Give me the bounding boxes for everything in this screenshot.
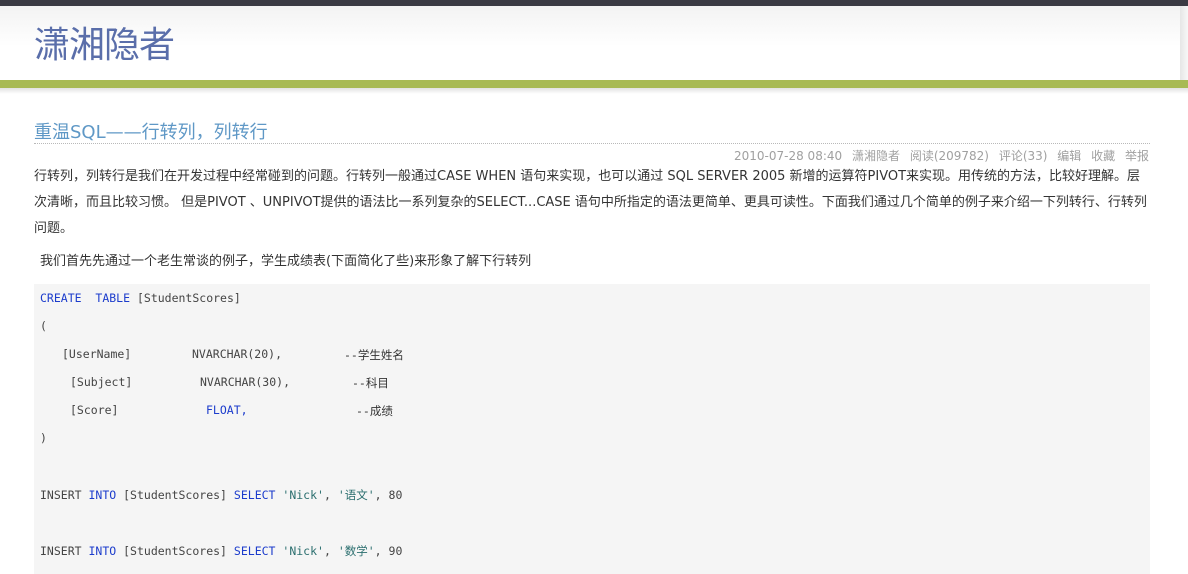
code-comment: --成绩: [356, 404, 393, 418]
code-table-name: [StudentScores]: [123, 544, 227, 558]
code-keyword: SELECT: [233, 544, 276, 558]
post-meta: 2010-07-28 08:40 潇湘隐者 阅读(209782) 评论(33) …: [728, 147, 1149, 164]
green-divider: [0, 80, 1188, 88]
intro-paragraph: 行转列，列转行是我们在开发过程中经常碰到的问题。行转列一般通过CASE WHEN…: [34, 169, 1147, 236]
header-edge: [1180, 6, 1188, 80]
post-reads: 阅读(209782): [909, 149, 989, 163]
code-comment: --科目: [352, 376, 389, 390]
code-line-insert-2: INSERT INTO [StudentScores] SELECT 'Nick…: [40, 544, 403, 558]
code-keyword: INTO: [88, 544, 117, 558]
post-title[interactable]: 重温SQL——行转列，列转行: [34, 118, 268, 144]
code-line-open-paren: (: [40, 319, 47, 333]
code-number: 80: [388, 488, 403, 502]
code-table-name: [StudentScores]: [123, 488, 227, 502]
code-line-close-paren: ): [40, 431, 47, 445]
post-comments-link[interactable]: 评论(33): [999, 149, 1048, 163]
site-title[interactable]: 潇湘隐者: [34, 16, 175, 68]
code-comment: --学生姓名: [344, 348, 404, 362]
code-string: 'Nick': [282, 488, 324, 502]
divider-shadow: [0, 88, 1188, 94]
favorite-link[interactable]: 收藏: [1091, 149, 1115, 163]
title-underline: [34, 143, 1150, 144]
code-string: '数学': [337, 544, 375, 558]
code-col-name: [Score]: [70, 403, 119, 417]
post-author-link[interactable]: 潇湘隐者: [852, 149, 900, 163]
code-col-name: [Subject]: [70, 375, 133, 389]
code-line-create: CREATE TABLE [StudentScores]: [40, 291, 241, 305]
code-keyword: CREATE: [40, 291, 82, 305]
code-keyword: INTO: [88, 488, 117, 502]
code-line-col2: [Subject] NVARCHAR(30), --科目: [70, 375, 389, 390]
site-header: 潇湘隐者: [0, 6, 1180, 80]
code-table-name: [StudentScores]: [136, 291, 241, 305]
code-col-type: FLOAT,: [206, 403, 248, 417]
report-link[interactable]: 举报: [1125, 149, 1149, 163]
code-line-col3: [Score] FLOAT, --成绩: [70, 403, 393, 418]
code-line-insert-1: INSERT INTO [StudentScores] SELECT 'Nick…: [40, 488, 403, 502]
code-col-name: [UserName]: [62, 347, 132, 361]
code-text: INSERT: [40, 544, 82, 558]
code-col-type: NVARCHAR(20),: [192, 347, 283, 361]
code-string: '语文': [337, 488, 375, 502]
code-col-type: NVARCHAR(30),: [200, 375, 291, 389]
code-keyword: TABLE: [95, 291, 131, 305]
code-number: 90: [388, 544, 403, 558]
code-text: INSERT: [40, 488, 82, 502]
code-block: CREATE TABLE [StudentScores] ( [UserName…: [34, 284, 1150, 574]
example-intro-paragraph: 我们首先先通过一个老生常谈的例子，学生成绩表(下面简化了些)来形象了解下行转列: [40, 254, 532, 269]
edit-link[interactable]: 编辑: [1057, 149, 1081, 163]
code-keyword: SELECT: [233, 488, 276, 502]
code-line-col1: [UserName] NVARCHAR(20), --学生姓名: [62, 347, 404, 362]
post-datetime: 2010-07-28 08:40: [734, 149, 843, 163]
code-string: 'Nick': [282, 544, 324, 558]
